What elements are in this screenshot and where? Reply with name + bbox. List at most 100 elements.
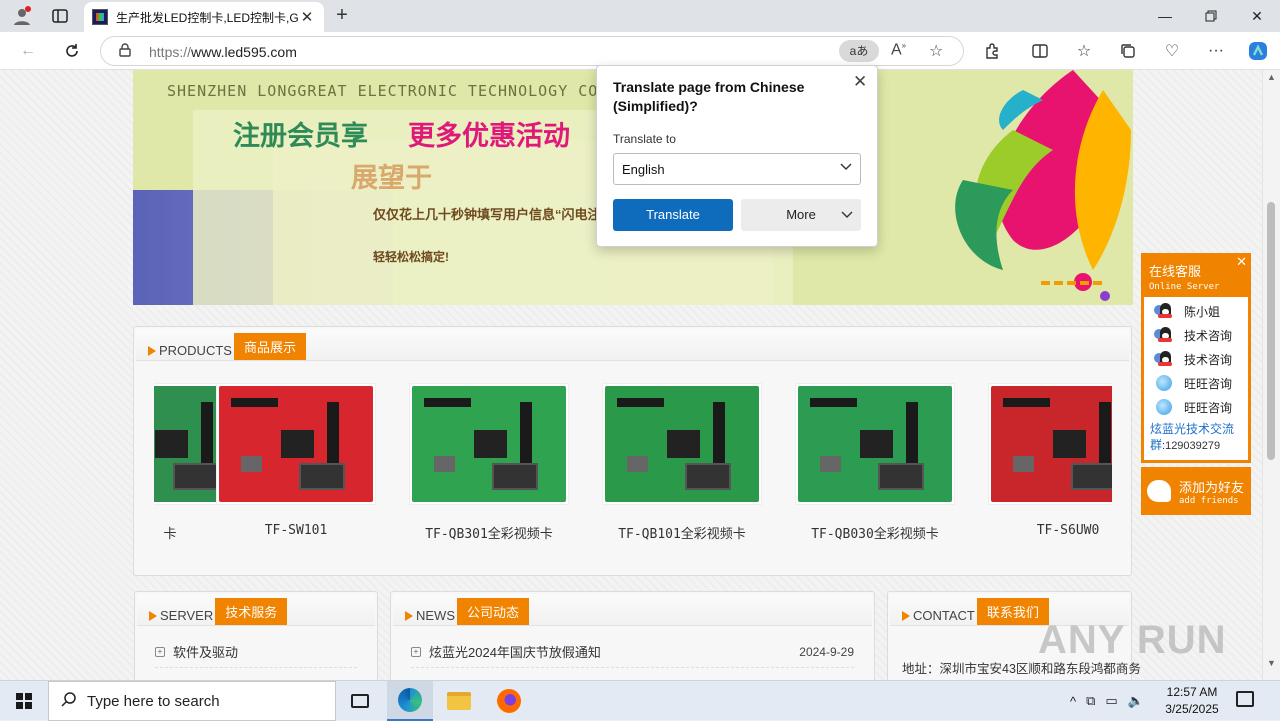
address-bar[interactable]: https://www.led595.com aあ A» ☆ [100, 36, 964, 66]
show-hidden-icons-icon[interactable]: ^ [1070, 694, 1076, 709]
restore-button[interactable] [1188, 0, 1234, 32]
close-window-button[interactable]: ✕ [1234, 0, 1280, 32]
pager-dot[interactable] [1041, 281, 1050, 285]
file-explorer-button[interactable] [436, 681, 482, 721]
product-card[interactable]: TF-QB101全彩视频卡 [602, 383, 762, 542]
start-button[interactable] [0, 681, 48, 721]
product-card[interactable]: TF-QB030全彩视频卡 [795, 383, 955, 542]
product-name[interactable]: TF-SW101 [216, 523, 376, 538]
product-image[interactable] [795, 383, 955, 505]
product-image[interactable] [988, 383, 1112, 505]
copilot-icon[interactable] [1244, 38, 1272, 64]
chat-group[interactable]: 炫蓝光技术交流群:129039279 [1144, 419, 1248, 456]
scroll-up-icon[interactable]: ▲ [1267, 72, 1276, 82]
minimize-button[interactable]: — [1142, 0, 1188, 32]
qq-icon [1154, 303, 1176, 319]
product-image[interactable] [602, 383, 762, 505]
tab-active[interactable]: 生产批发LED控制卡,LED控制卡,G ✕ [84, 2, 324, 32]
arrow-icon [149, 610, 157, 621]
tab-actions-icon[interactable] [46, 4, 74, 28]
more-button[interactable]: More [741, 199, 861, 231]
pager-dot[interactable] [1093, 281, 1102, 285]
server-title-cn[interactable]: 技术服务 [215, 598, 288, 625]
chat-contact[interactable]: 陈小姐 [1144, 299, 1248, 323]
product-name[interactable]: TF-QB301全彩视频卡 [409, 523, 569, 542]
favorite-star-icon[interactable]: ☆ [929, 41, 943, 61]
news-title: NEWS 公司动态 [405, 598, 530, 625]
pager-dot[interactable] [1054, 281, 1063, 285]
folder-icon [447, 692, 471, 710]
close-tab-icon[interactable]: ✕ [298, 8, 316, 26]
new-tab-button[interactable]: + [330, 4, 354, 28]
product-name[interactable]: TF-QB101全彩视频卡 [602, 523, 762, 542]
list-item[interactable]: + 软件及驱动 [155, 642, 357, 668]
refresh-icon[interactable] [58, 38, 86, 64]
close-popup-icon[interactable]: ✕ [853, 72, 867, 92]
task-view-button[interactable] [337, 681, 383, 721]
news-section: NEWS 公司动态 + 炫蓝光2024年国庆节放假通知 2024-9-29 [390, 591, 875, 680]
language-select[interactable]: English [613, 153, 861, 185]
products-title-en: PRODUCTS [159, 343, 232, 358]
split-screen-icon[interactable] [1026, 38, 1054, 64]
system-clock[interactable]: 12:57 AM 3/25/2025 [1162, 684, 1222, 718]
chat-contact[interactable]: 技术咨询 [1144, 347, 1248, 371]
translate-icon[interactable]: aあ [839, 40, 879, 62]
chevron-down-icon [841, 199, 853, 231]
server-title: SERVER 技术服务 [149, 598, 288, 625]
chat-contact[interactable]: 旺旺咨询 [1144, 371, 1248, 395]
edge-taskbar-button[interactable] [387, 681, 433, 721]
news-title-cn[interactable]: 公司动态 [457, 598, 530, 625]
translate-to-label: Translate to [613, 132, 676, 146]
close-chat-icon[interactable]: ✕ [1236, 254, 1247, 270]
network-icon[interactable]: ▭ [1105, 693, 1117, 709]
chat-contact-name: 旺旺咨询 [1184, 400, 1233, 415]
product-image[interactable] [216, 383, 376, 505]
translate-button[interactable]: Translate [613, 199, 733, 231]
product-card[interactable]: TF-SW101 [216, 383, 376, 538]
chat-contact[interactable]: 技术咨询 [1144, 323, 1248, 347]
products-title-cn[interactable]: 商品展示 [233, 333, 306, 360]
product-image[interactable] [409, 383, 569, 505]
product-card[interactable]: TF-S6UW0 [988, 383, 1112, 538]
scroll-down-icon[interactable]: ▼ [1267, 658, 1276, 668]
banner-headline-a: 注册会员享 [233, 121, 368, 151]
back-icon[interactable]: ← [14, 38, 42, 64]
server-section: SERVER 技术服务 + 软件及驱动 [134, 591, 378, 680]
chat-contact[interactable]: 旺旺咨询 [1144, 395, 1248, 419]
chat-title-cn: 在线客服 [1149, 264, 1202, 279]
tab-title: 生产批发LED控制卡,LED控制卡,G [116, 10, 298, 25]
server-item-label: 软件及驱动 [173, 645, 239, 660]
firefox-icon [497, 689, 521, 713]
more-menu-icon[interactable]: ··· [1202, 38, 1230, 64]
task-view-icon [351, 694, 369, 708]
taskbar-search[interactable]: Type here to search [48, 681, 336, 721]
bullet-icon: + [411, 646, 421, 657]
page-scrollbar[interactable]: ▲ ▼ [1262, 70, 1280, 680]
product-name[interactable]: TF-QB030全彩视频卡 [795, 523, 955, 542]
contact-title: CONTACT 联系我们 [902, 598, 1049, 625]
favorites-icon[interactable]: ☆ [1070, 38, 1098, 64]
banner-pager[interactable] [1041, 281, 1102, 285]
contact-title-en: CONTACT [913, 608, 975, 623]
add-friend-button[interactable]: 添加为好友 add friends [1141, 467, 1251, 515]
pager-dot[interactable] [1067, 281, 1076, 285]
list-item[interactable]: + 炫蓝光2024年国庆节放假通知 2024-9-29 [411, 642, 854, 668]
browser-essentials-icon[interactable]: ♡ [1158, 38, 1186, 64]
qq-icon [1154, 351, 1176, 367]
volume-icon[interactable]: 🔈 [1128, 693, 1144, 709]
profile-icon[interactable] [8, 4, 36, 28]
read-aloud-icon[interactable]: A» [891, 41, 906, 59]
scrollbar-thumb[interactable] [1267, 202, 1275, 460]
extensions-icon[interactable] [978, 38, 1006, 64]
product-name[interactable]: TF-S6UW0 [988, 523, 1112, 538]
network-status-icon[interactable]: ⧉ [1086, 693, 1095, 709]
collections-icon[interactable] [1114, 38, 1142, 64]
url-text[interactable]: https://www.led595.com [149, 44, 297, 60]
pager-dot[interactable] [1080, 281, 1089, 285]
circuit-board-image [991, 386, 1112, 502]
lock-icon[interactable] [119, 43, 131, 60]
more-button-label: More [786, 207, 816, 222]
firefox-button[interactable] [486, 681, 532, 721]
notification-icon[interactable] [1236, 691, 1254, 707]
product-card[interactable]: TF-QB301全彩视频卡 [409, 383, 569, 542]
